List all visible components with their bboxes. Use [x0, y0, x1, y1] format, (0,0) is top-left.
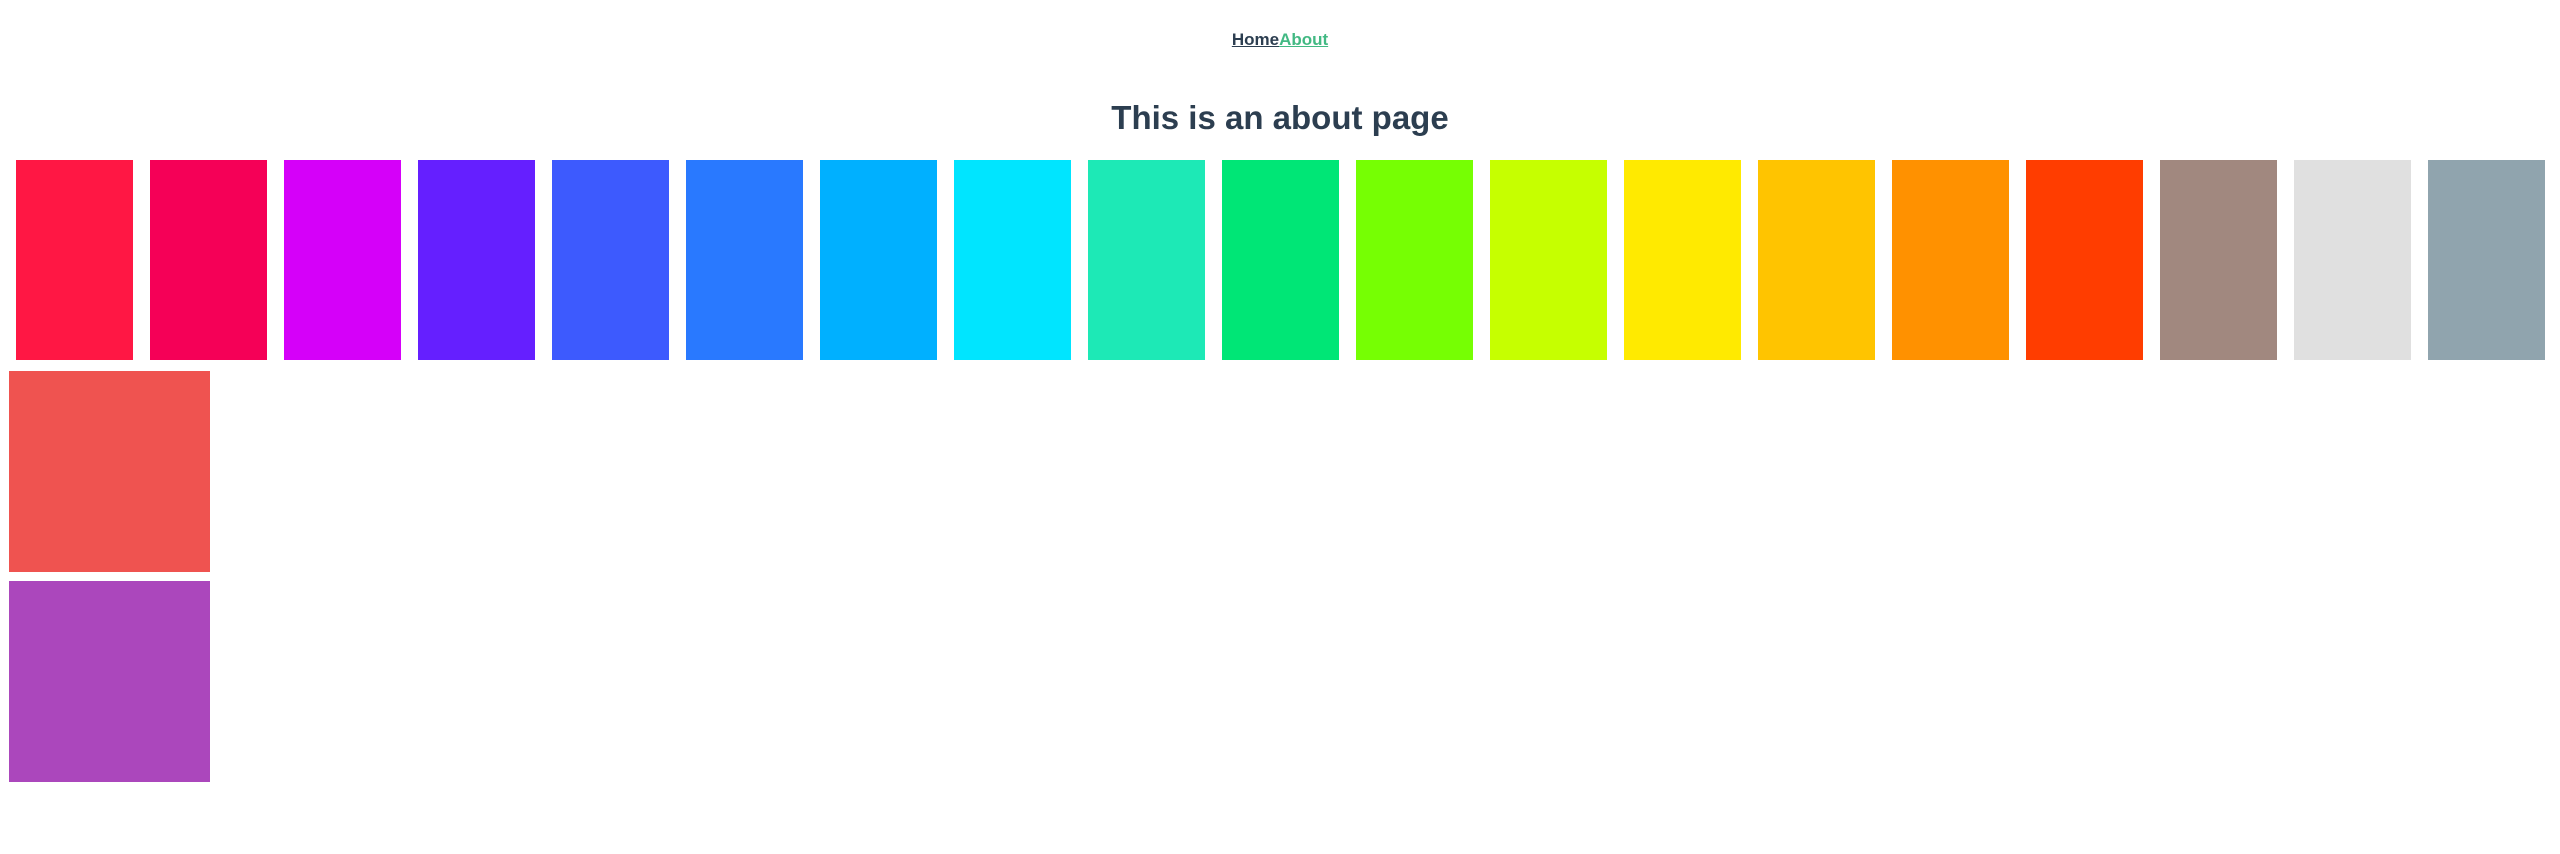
color-swatch	[2026, 160, 2143, 360]
color-swatch	[1356, 160, 1473, 360]
color-swatch	[150, 160, 267, 360]
color-swatch	[16, 160, 133, 360]
color-swatch	[686, 160, 803, 360]
color-block	[9, 371, 210, 572]
color-swatch	[2160, 160, 2277, 360]
color-swatch	[820, 160, 937, 360]
color-swatch	[418, 160, 535, 360]
color-swatch-row	[16, 160, 2556, 362]
page-title: This is an about page	[1111, 99, 1449, 136]
color-swatch	[1490, 160, 1607, 360]
color-swatch	[1222, 160, 1339, 360]
color-swatch	[1892, 160, 2009, 360]
color-swatch	[284, 160, 401, 360]
color-swatch	[1758, 160, 1875, 360]
color-swatch	[1088, 160, 1205, 360]
color-swatch	[1624, 160, 1741, 360]
color-block	[9, 581, 210, 782]
color-swatch	[954, 160, 1071, 360]
color-swatch	[2428, 160, 2545, 360]
nav-link-home[interactable]: Home	[1232, 30, 1279, 49]
top-nav: HomeAbout	[0, 30, 2560, 50]
color-swatch	[552, 160, 669, 360]
nav-link-about[interactable]: About	[1279, 30, 1328, 49]
color-swatch	[2294, 160, 2411, 360]
